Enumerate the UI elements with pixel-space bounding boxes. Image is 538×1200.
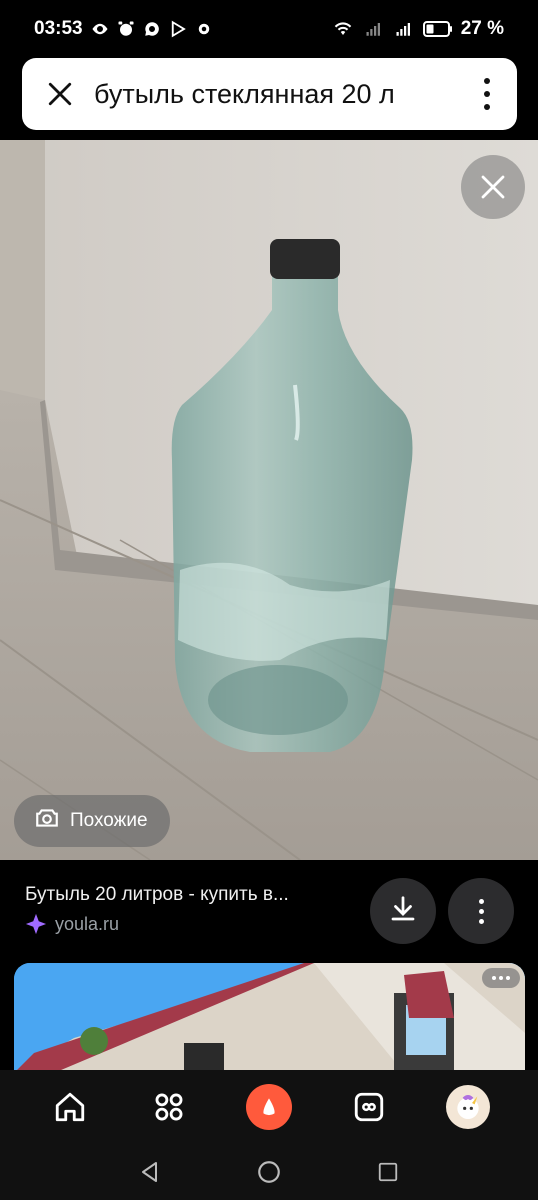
alarm-icon <box>117 20 135 38</box>
search-bar[interactable]: бутыль стеклянная 20 л <box>22 58 517 130</box>
download-icon <box>388 894 418 929</box>
download-button[interactable] <box>370 878 436 944</box>
signal-icon <box>393 20 415 38</box>
camera-lens-icon <box>34 805 60 837</box>
similar-button[interactable]: Похожие <box>14 795 170 847</box>
main-image[interactable] <box>0 140 538 860</box>
settings-icon <box>195 20 213 38</box>
status-bar: 03:53 27 % <box>0 0 538 58</box>
close-icon[interactable] <box>461 155 525 219</box>
similar-label: Похожие <box>70 810 148 831</box>
alice-icon <box>245 1084 292 1130</box>
card-more-icon[interactable] <box>482 968 520 988</box>
home-circle-icon[interactable] <box>249 1152 289 1192</box>
next-result-image[interactable] <box>14 963 525 1073</box>
more-options-button[interactable] <box>448 878 514 944</box>
system-navigation <box>0 1144 538 1200</box>
wifi-icon <box>331 20 355 38</box>
profile-avatar[interactable] <box>440 1079 496 1135</box>
status-time: 03:53 <box>34 18 83 39</box>
battery-percent: 27 % <box>460 18 504 39</box>
alice-button[interactable] <box>241 1079 297 1135</box>
avatar <box>446 1085 491 1129</box>
bottom-nav <box>0 1070 538 1144</box>
more-vertical-icon[interactable] <box>475 76 499 112</box>
play-icon <box>169 20 187 38</box>
apps-grid-icon[interactable] <box>141 1079 197 1135</box>
chat-icon <box>143 20 161 38</box>
tabs-icon[interactable] <box>341 1079 397 1135</box>
sparkle-icon <box>25 913 47 935</box>
eye-icon <box>91 20 109 38</box>
signal-icon <box>363 20 385 38</box>
recents-icon[interactable] <box>368 1152 408 1192</box>
close-icon[interactable] <box>46 80 74 108</box>
battery-icon <box>422 20 453 38</box>
result-title[interactable]: Бутыль 20 литров - купить в... <box>25 884 355 906</box>
back-icon[interactable] <box>130 1152 170 1192</box>
more-vertical-icon <box>478 898 484 924</box>
source-row[interactable]: youla.ru <box>25 913 119 935</box>
home-icon[interactable] <box>42 1079 98 1135</box>
status-right: 27 % <box>331 18 504 40</box>
source-domain: youla.ru <box>55 913 120 934</box>
status-left: 03:53 <box>34 18 213 40</box>
search-query[interactable]: бутыль стеклянная 20 л <box>94 79 465 110</box>
